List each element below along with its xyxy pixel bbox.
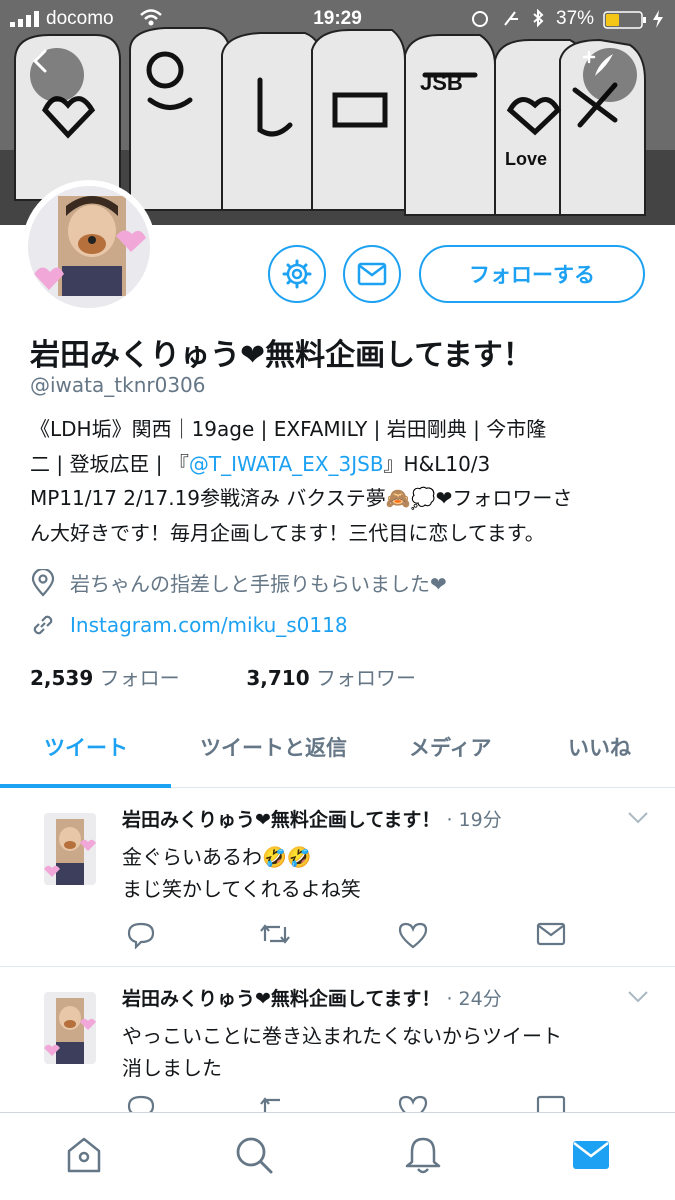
profile-tabs: ツイート ツイートと返信 メディア いいね (0, 720, 675, 788)
tweet[interactable]: 岩田みくりゅう❤無料企画してます！ · 19分 金ぐらいあるわ🤣🤣 まじ笑かして… (0, 789, 675, 967)
bio-text: 二 | 登坂広臣 | 『 (30, 451, 189, 476)
profile-handle: @iwata_tknr0306 (30, 373, 206, 397)
chevron-down-icon[interactable] (627, 990, 649, 1004)
heart-icon[interactable] (398, 921, 428, 949)
chevron-down-icon[interactable] (627, 811, 649, 825)
compose-plus-icon (583, 50, 613, 76)
following-label: フォロー (99, 666, 180, 690)
followers-label: フォロワー (315, 666, 416, 690)
profile-location: 岩ちゃんの指差しと手振りもらいました❤ (30, 568, 447, 597)
tweet-time: · 24分 (446, 988, 502, 1010)
status-bar: docomo 19:29 37% (0, 0, 675, 40)
tweet-text: やっこいことに巻き込まれたくないからツイート 消しました (122, 1020, 642, 1084)
tweet[interactable]: 岩田みくりゅう❤無料企画してます！ · 24分 やっこいことに巻き込まれたくない… (0, 968, 675, 1122)
followers-count: 3,710 (246, 666, 310, 690)
tweet-header: 岩田みくりゅう❤無料企画してます！ · 24分 (122, 984, 502, 1011)
status-icons (472, 9, 544, 28)
reply-icon[interactable] (126, 921, 156, 949)
follow-counts: 2,539 フォロー 3,710 フォロワー (30, 662, 416, 691)
profile-avatar[interactable] (22, 180, 156, 314)
follow-button[interactable]: フォローする (419, 245, 645, 303)
avatar-image (28, 186, 150, 308)
bio-line: 《LDH垢》関西｜19age | EXFAMILY | 岩田剛典 | 今市隆 (30, 417, 547, 441)
bio-mention-link[interactable]: @T_IWATA_EX_3JSB (189, 452, 384, 476)
message-button[interactable] (343, 245, 401, 303)
svg-text:Love: Love (505, 149, 547, 169)
envelope-icon (357, 262, 387, 286)
tweet-line: 金ぐらいあるわ🤣🤣 (122, 845, 312, 869)
bell-icon[interactable] (403, 1135, 443, 1175)
following-count: 2,539 (30, 666, 94, 690)
tweet-header: 岩田みくりゅう❤無料企画してます！ · 19分 (122, 805, 502, 832)
tweet-avatar[interactable] (44, 992, 96, 1064)
tweet-actions (122, 921, 572, 951)
tweet-author[interactable]: 岩田みくりゅう❤無料企画してます！ (122, 809, 440, 831)
home-icon[interactable] (64, 1135, 104, 1175)
retweet-icon[interactable] (258, 921, 292, 947)
profile-bio: 《LDH垢》関西｜19age | EXFAMILY | 岩田剛典 | 今市隆 二… (30, 412, 645, 550)
gear-icon (282, 259, 312, 289)
charging-icon (653, 10, 663, 28)
battery-percent: 37% (556, 8, 595, 29)
profile-name: 岩田みくりゅう❤無料企画してます！ (30, 338, 533, 373)
svg-text:JSB: JSB (420, 70, 463, 95)
following-stat[interactable]: 2,539 フォロー (30, 666, 180, 690)
tweet-line: まじ笑かしてくれるよね笑 (122, 877, 361, 901)
bio-text: 』H&L10/3 (383, 451, 491, 476)
bio-line: ん大好きです！毎月企画してます！三代目に恋してます。 (30, 520, 545, 545)
active-tab-indicator (0, 784, 171, 788)
tweet-line: やっこいことに巻き込まれたくないからツイート (122, 1024, 562, 1048)
tweet-avatar[interactable] (44, 813, 96, 885)
envelope-icon[interactable] (536, 921, 566, 947)
bottom-navigation (0, 1112, 675, 1200)
compose-button[interactable] (583, 48, 637, 102)
back-button[interactable] (30, 48, 84, 102)
bio-line: 二 | 登坂広臣 | 『@T_IWATA_EX_3JSB』H&L10/3 (30, 447, 645, 482)
followers-stat[interactable]: 3,710 フォロワー (246, 666, 416, 690)
profile-website[interactable]: Instagram.com/miku_s0118 (30, 612, 348, 638)
chevron-left-icon (32, 49, 47, 73)
location-pin-icon (31, 568, 55, 597)
bio-line: MP11/17 2/17.19参戦済み バクステ夢🙈💭❤フォロワーさ (30, 486, 573, 510)
messages-icon[interactable] (571, 1135, 611, 1175)
settings-button[interactable] (268, 245, 326, 303)
search-icon[interactable] (234, 1135, 274, 1175)
tweet-author[interactable]: 岩田みくりゅう❤無料企画してます！ (122, 988, 440, 1010)
link-icon (33, 615, 53, 635)
tweet-line: 消しました (122, 1056, 222, 1080)
tweet-text: 金ぐらいあるわ🤣🤣 まじ笑かしてくれるよね笑 (122, 841, 642, 905)
tweet-time: · 19分 (446, 809, 502, 831)
tab-tweets-replies[interactable]: ツイートと返信 (200, 732, 347, 762)
website-link[interactable]: Instagram.com/miku_s0118 (70, 613, 348, 637)
tab-likes[interactable]: いいね (568, 732, 631, 762)
battery-icon (603, 11, 646, 29)
location-text: 岩ちゃんの指差しと手振りもらいました❤ (70, 572, 447, 596)
tab-media[interactable]: メディア (409, 732, 492, 762)
tab-tweets[interactable]: ツイート (44, 732, 128, 762)
